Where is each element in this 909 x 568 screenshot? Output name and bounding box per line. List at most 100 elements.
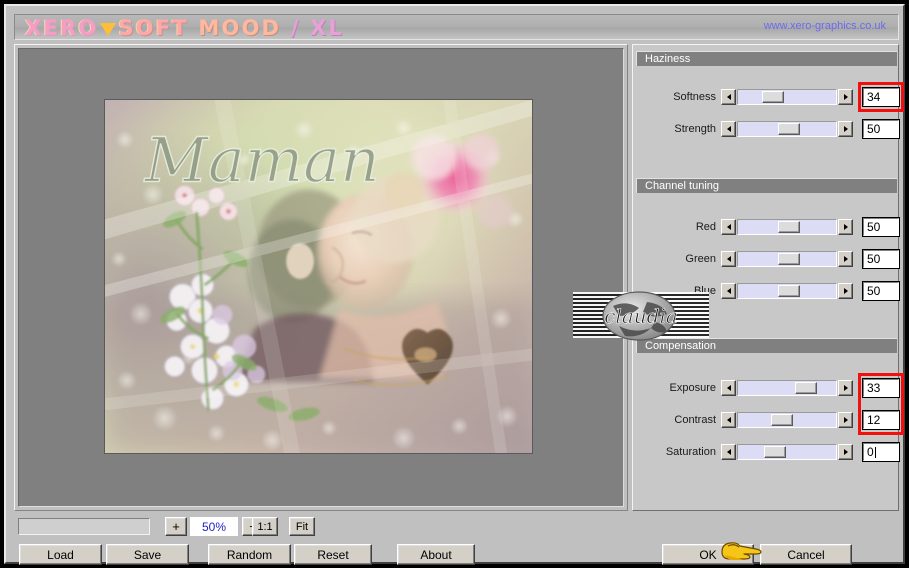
save-button[interactable]: Save <box>106 544 189 565</box>
slider-row-exposure: Exposure 33 <box>633 378 900 401</box>
ok-button[interactable]: OK <box>662 544 754 565</box>
reset-button[interactable]: Reset <box>294 544 372 565</box>
slider-softness-track[interactable] <box>737 89 837 105</box>
slider-row-saturation: Saturation 0 <box>633 442 900 465</box>
value-green[interactable]: 50 <box>862 249 900 269</box>
dialog-buttons: OK Cancel <box>632 544 899 566</box>
slider-blue-increment[interactable] <box>838 283 853 299</box>
slider-red-increment[interactable] <box>838 219 853 235</box>
slider-green-thumb[interactable] <box>778 253 800 265</box>
triangle-down-icon <box>100 23 117 36</box>
preview-canvas-area[interactable]: Maman <box>18 48 624 507</box>
artwork-render: Maman <box>105 100 532 453</box>
slider-contrast-thumb[interactable] <box>771 414 793 426</box>
about-button[interactable]: About <box>397 544 475 565</box>
slider-strength-thumb[interactable] <box>778 123 800 135</box>
slider-saturation-thumb[interactable] <box>764 446 786 458</box>
slider-blue-decrement[interactable] <box>721 283 736 299</box>
zoom-toolbar: + 50% − 1:1 Fit <box>14 514 628 540</box>
slider-exposure[interactable] <box>721 380 853 396</box>
logo-word-mood: MOOD <box>198 16 282 40</box>
value-red[interactable]: 50 <box>862 217 900 237</box>
logo-word-soft: SOFT <box>118 16 189 40</box>
slider-red-track[interactable] <box>737 219 837 235</box>
slider-exposure-track[interactable] <box>737 380 837 396</box>
slider-contrast-track[interactable] <box>737 412 837 428</box>
preview-pane: Maman <box>14 44 628 511</box>
slider-contrast-increment[interactable] <box>838 412 853 428</box>
slider-blue-track[interactable] <box>737 283 837 299</box>
window-frame: XERO SOFT MOOD / XL www.xero-graphics.co.… <box>4 4 905 566</box>
slider-red-thumb[interactable] <box>778 221 800 233</box>
slider-exposure-increment[interactable] <box>838 380 853 396</box>
label-softness: Softness <box>673 91 716 103</box>
site-url-link[interactable]: www.xero-graphics.co.uk <box>764 20 886 32</box>
slider-row-blue: Blue 50 <box>633 281 900 304</box>
value-blue[interactable]: 50 <box>862 281 900 301</box>
zoom-fit-button[interactable]: Fit <box>289 517 315 536</box>
slider-row-contrast: Contrast 12 <box>633 373 904 435</box>
group-channel-tuning: Channel tuning Red 50 Green 50 Blue 50 <box>633 178 900 328</box>
slider-row-softness: Softness 34 <box>633 82 904 112</box>
group-channel-tuning-title: Channel tuning <box>636 178 897 193</box>
slider-strength[interactable] <box>721 121 853 137</box>
zoom-actual-size-button[interactable]: 1:1 <box>252 517 278 536</box>
slider-red-decrement[interactable] <box>721 219 736 235</box>
app-logo: XERO SOFT MOOD / XL <box>25 16 345 40</box>
slider-red[interactable] <box>721 219 853 235</box>
slider-green[interactable] <box>721 251 853 267</box>
value-saturation[interactable]: 0 <box>862 442 900 462</box>
slider-strength-decrement[interactable] <box>721 121 736 137</box>
title-bar: XERO SOFT MOOD / XL www.xero-graphics.co.… <box>14 14 899 40</box>
logo-word-xero: XERO <box>25 16 99 40</box>
label-green: Green <box>685 253 716 265</box>
label-blue: Blue <box>693 285 716 297</box>
value-strength[interactable]: 50 <box>862 119 900 139</box>
slider-blue-thumb[interactable] <box>778 285 800 297</box>
group-haziness: Haziness Softness 34 Strength 50 <box>633 51 904 166</box>
label-saturation: Saturation <box>665 446 716 458</box>
slider-saturation-track[interactable] <box>737 444 837 460</box>
slider-softness-increment[interactable] <box>838 89 853 105</box>
action-button-row: Load Save Random Reset About <box>14 544 628 566</box>
slider-softness[interactable] <box>721 89 853 105</box>
random-button[interactable]: Random <box>208 544 291 565</box>
slider-green-track[interactable] <box>737 251 837 267</box>
settings-panel: Haziness Softness 34 Strength 50 Channel… <box>632 44 904 511</box>
load-button[interactable]: Load <box>19 544 102 565</box>
slider-blue[interactable] <box>721 283 853 299</box>
label-red: Red <box>695 221 716 233</box>
label-strength: Strength <box>674 123 716 135</box>
slider-contrast[interactable] <box>721 412 853 428</box>
slider-strength-track[interactable] <box>737 121 837 137</box>
group-compensation-title: Compensation <box>636 338 897 353</box>
slider-contrast-decrement[interactable] <box>721 412 736 428</box>
slider-green-decrement[interactable] <box>721 251 736 267</box>
cancel-button[interactable]: Cancel <box>760 544 852 565</box>
slider-row-green: Green 50 <box>633 249 900 272</box>
preview-image[interactable]: Maman <box>104 99 533 454</box>
slider-exposure-decrement[interactable] <box>721 380 736 396</box>
application-window: XERO SOFT MOOD / XL www.xero-graphics.co.… <box>0 0 909 568</box>
zoom-level-display: 50% <box>190 517 238 536</box>
zoom-in-button[interactable]: + <box>165 517 187 536</box>
value-exposure[interactable]: 33 <box>862 378 900 398</box>
group-haziness-title: Haziness <box>636 51 897 66</box>
value-contrast[interactable]: 12 <box>862 410 900 430</box>
slider-saturation-increment[interactable] <box>838 444 853 460</box>
slider-softness-thumb[interactable] <box>762 91 784 103</box>
value-softness[interactable]: 34 <box>862 87 900 107</box>
slider-saturation-decrement[interactable] <box>721 444 736 460</box>
slider-exposure-thumb[interactable] <box>795 382 817 394</box>
slider-row-strength: Strength 50 <box>633 119 900 142</box>
progress-bar <box>18 518 150 535</box>
slider-row-red: Red 50 <box>633 217 900 240</box>
slider-softness-decrement[interactable] <box>721 89 736 105</box>
logo-word-xl: / XL <box>290 16 345 40</box>
slider-saturation[interactable] <box>721 444 853 460</box>
group-compensation: Compensation Exposure 33 Contrast 12 Sat… <box>633 338 904 489</box>
label-contrast: Contrast <box>674 414 716 426</box>
slider-green-increment[interactable] <box>838 251 853 267</box>
slider-strength-increment[interactable] <box>838 121 853 137</box>
label-exposure: Exposure <box>669 382 716 394</box>
